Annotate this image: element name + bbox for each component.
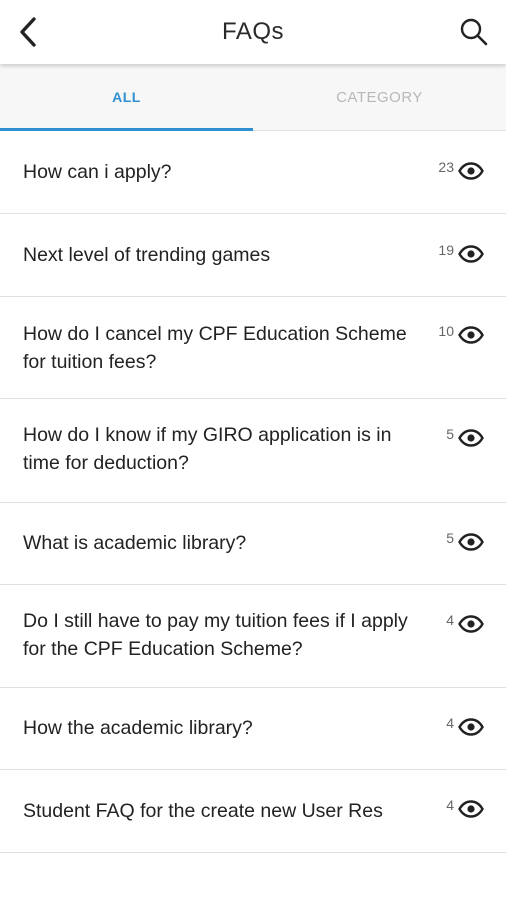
- tab-bar: ALL CATEGORY: [0, 64, 506, 131]
- view-count: 4: [446, 612, 454, 628]
- faq-item[interactable]: How the academic library? 4: [0, 688, 506, 770]
- faq-question: How can i apply?: [23, 161, 172, 183]
- eye-icon: [458, 245, 484, 263]
- faq-question: How do I cancel my CPF Education Scheme …: [23, 323, 407, 373]
- view-count: 5: [446, 530, 454, 546]
- view-count: 19: [438, 242, 454, 258]
- faq-item[interactable]: How do I know if my GIRO application is …: [0, 399, 506, 503]
- faq-question: Next level of trending games: [23, 244, 271, 266]
- faq-question: How the academic library?: [23, 717, 253, 739]
- page-title: FAQs: [221, 18, 284, 45]
- faq-item[interactable]: Student FAQ for the create new User Res …: [0, 770, 506, 853]
- view-count: 5: [446, 426, 454, 442]
- faq-item[interactable]: Do I still have to pay my tuition fees i…: [0, 585, 506, 688]
- faq-question: Do I still have to pay my tuition fees i…: [23, 610, 408, 660]
- eye-icon: [458, 162, 484, 180]
- faq-question: How do I know if my GIRO application is …: [23, 424, 392, 474]
- eye-icon: [458, 615, 484, 633]
- search-icon: [460, 18, 488, 46]
- eye-icon: [458, 533, 484, 551]
- view-count: 23: [438, 159, 454, 175]
- eye-icon: [458, 718, 484, 736]
- eye-icon: [458, 800, 484, 818]
- view-count: 4: [446, 715, 454, 731]
- faq-views: 5: [446, 426, 484, 447]
- faq-views: 5: [446, 530, 484, 551]
- tab-all[interactable]: ALL: [0, 64, 253, 130]
- faq-item[interactable]: How can i apply? 23: [0, 131, 506, 214]
- tab-category[interactable]: CATEGORY: [253, 64, 506, 130]
- eye-icon: [458, 326, 484, 344]
- faq-item[interactable]: What is academic library? 5: [0, 503, 506, 585]
- faq-question: What is academic library?: [23, 532, 247, 554]
- search-button[interactable]: [456, 12, 492, 52]
- faq-item[interactable]: Next level of trending games 19: [0, 214, 506, 297]
- faq-views: 19: [438, 242, 484, 263]
- faq-views: 4: [446, 612, 484, 633]
- faq-views: 10: [438, 323, 484, 344]
- app-header: FAQs: [0, 0, 506, 64]
- eye-icon: [458, 429, 484, 447]
- faq-item[interactable]: How do I cancel my CPF Education Scheme …: [0, 297, 506, 399]
- faq-question: Student FAQ for the create new User Res: [23, 800, 383, 822]
- faq-views: 4: [446, 797, 484, 818]
- view-count: 10: [438, 323, 454, 339]
- view-count: 4: [446, 797, 454, 813]
- faq-list: How can i apply? 23 Next level of trendi…: [0, 131, 506, 853]
- faq-views: 4: [446, 715, 484, 736]
- faq-views: 23: [438, 159, 484, 180]
